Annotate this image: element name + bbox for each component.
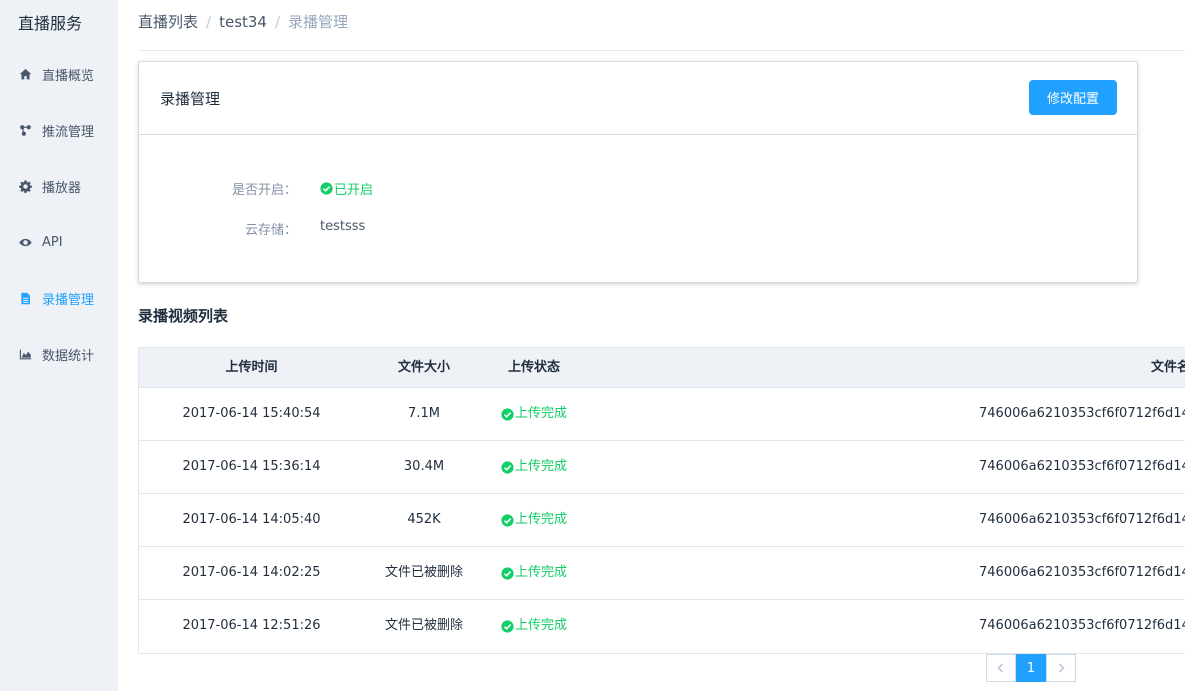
recordings-table: 上传时间 文件大小 上传状态 文件名 2017-06-14 15:40:54 7… <box>138 347 1185 654</box>
cell-upload-status: 上传完成 <box>484 494 584 546</box>
cell-file-size: 文件已被删除 <box>384 618 463 633</box>
table-row: 2017-06-14 14:05:40 452K 上传完成 746006a621… <box>139 494 1185 547</box>
sidebar-item-label: 录播管理 <box>42 292 95 308</box>
edit-config-button[interactable]: 修改配置 <box>1029 80 1117 115</box>
page-number-current[interactable]: 1 <box>1016 654 1046 682</box>
cell-upload-time: 2017-06-14 14:05:40 <box>182 512 321 527</box>
sidebar-item-statistics[interactable]: 数据统计 <box>0 342 118 366</box>
breadcrumb-live-list[interactable]: 直播列表 <box>138 11 198 32</box>
sidebar-title: 直播服务 <box>18 14 83 33</box>
pagination: 1 <box>986 654 1076 682</box>
cell-file-name: 746006a6210353cf6f0712f6d147 <box>979 565 1185 580</box>
enabled-value: 已开启 <box>320 179 373 198</box>
cell-file-size: 452K <box>407 512 441 527</box>
form-row-enabled: 是否开启： 已开启 <box>139 179 1137 199</box>
chevron-left-icon <box>997 663 1004 673</box>
sidebar-item-label: 推流管理 <box>42 124 95 140</box>
check-circle-icon <box>501 619 514 633</box>
breadcrumb: 直播列表 / test34 / 录播管理 <box>138 11 348 32</box>
cell-upload-time: 2017-06-14 14:02:25 <box>182 565 321 580</box>
next-page-button[interactable] <box>1046 654 1076 682</box>
cell-upload-time: 2017-06-14 12:51:26 <box>182 618 321 633</box>
cell-file-size: 文件已被删除 <box>384 565 463 580</box>
gear-icon <box>18 179 32 193</box>
sidebar-item-overview[interactable]: 直播概览 <box>0 62 118 86</box>
document-icon <box>18 291 32 305</box>
sidebar-item-label: 直播概览 <box>42 68 95 84</box>
sidebar-item-player[interactable]: 播放器 <box>0 174 118 198</box>
chevron-right-icon <box>1058 663 1065 673</box>
cell-upload-status: 上传完成 <box>484 547 584 599</box>
cell-upload-status: 上传完成 <box>484 600 584 652</box>
sidebar-item-recording[interactable]: 录播管理 <box>0 286 118 310</box>
check-circle-icon <box>320 182 333 195</box>
form-row-storage: 云存储： testsss <box>139 219 1137 239</box>
breadcrumb-channel[interactable]: test34 <box>219 13 267 31</box>
cell-file-size: 30.4M <box>403 459 445 474</box>
breadcrumb-separator: / <box>206 12 212 31</box>
card-divider <box>139 134 1137 135</box>
sidebar-item-label: 数据统计 <box>42 348 95 364</box>
status-text: 上传完成 <box>514 618 567 633</box>
recording-config-card: 录播管理 修改配置 是否开启： 已开启 云存储： testsss <box>138 61 1138 283</box>
share-nodes-icon <box>18 123 32 137</box>
check-circle-icon <box>501 460 514 474</box>
check-circle-icon <box>501 566 514 580</box>
table-row: 2017-06-14 12:51:26 文件已被删除 上传完成 746006a6… <box>139 600 1185 652</box>
column-header-file-size: 文件大小 <box>397 360 450 375</box>
card-title: 录播管理 <box>160 90 221 108</box>
cell-file-name: 746006a6210353cf6f0712f6d147 <box>979 618 1185 633</box>
cell-upload-status: 上传完成 <box>484 441 584 493</box>
column-header-file-name: 文件名 <box>1151 360 1185 375</box>
status-text: 上传完成 <box>514 406 567 421</box>
cell-file-size: 7.1M <box>408 406 440 421</box>
recordings-title: 录播视频列表 <box>138 307 229 325</box>
cell-file-name: 746006a6210353cf6f0712f6d147 <box>979 459 1185 474</box>
table-row: 2017-06-14 15:36:14 30.4M 上传完成 746006a62… <box>139 441 1185 494</box>
cell-file-name: 746006a6210353cf6f0712f6d147 <box>979 406 1185 421</box>
cell-upload-time: 2017-06-14 15:40:54 <box>182 406 321 421</box>
status-text: 上传完成 <box>514 565 567 580</box>
table-row: 2017-06-14 15:40:54 7.1M 上传完成 746006a621… <box>139 388 1185 441</box>
check-circle-icon <box>501 407 514 421</box>
enabled-status-text: 已开启 <box>334 183 374 198</box>
status-text: 上传完成 <box>514 512 567 527</box>
sidebar-item-api[interactable]: API <box>0 230 118 254</box>
breadcrumb-separator: / <box>274 12 281 31</box>
sidebar-item-label: API <box>42 234 63 250</box>
storage-label: 云存储： <box>244 223 297 238</box>
status-text: 上传完成 <box>514 459 567 474</box>
home-icon <box>18 67 32 81</box>
sidebar-item-stream[interactable]: 推流管理 <box>0 118 118 142</box>
cell-file-name: 746006a6210353cf6f0712f6d147 <box>979 512 1185 527</box>
eye-icon <box>18 235 32 249</box>
header-divider <box>138 50 1185 51</box>
column-header-upload-time: 上传时间 <box>225 360 278 375</box>
table-row: 2017-06-14 14:02:25 文件已被删除 上传完成 746006a6… <box>139 547 1185 600</box>
cell-upload-status: 上传完成 <box>484 388 584 440</box>
storage-value: testsss <box>320 219 366 234</box>
check-circle-icon <box>501 513 514 527</box>
prev-page-button[interactable] <box>986 654 1016 682</box>
breadcrumb-current: 录播管理 <box>288 13 349 31</box>
area-chart-icon <box>18 347 32 361</box>
sidebar-item-label: 播放器 <box>42 180 82 196</box>
table-header: 上传时间 文件大小 上传状态 文件名 <box>139 348 1185 388</box>
sidebar: 直播服务 直播概览 推流管理 播放器 API 录播管理 数据统计 <box>0 0 118 691</box>
cell-upload-time: 2017-06-14 15:36:14 <box>182 459 321 474</box>
column-header-upload-status: 上传状态 <box>507 360 560 375</box>
enabled-label: 是否开启： <box>231 183 297 198</box>
